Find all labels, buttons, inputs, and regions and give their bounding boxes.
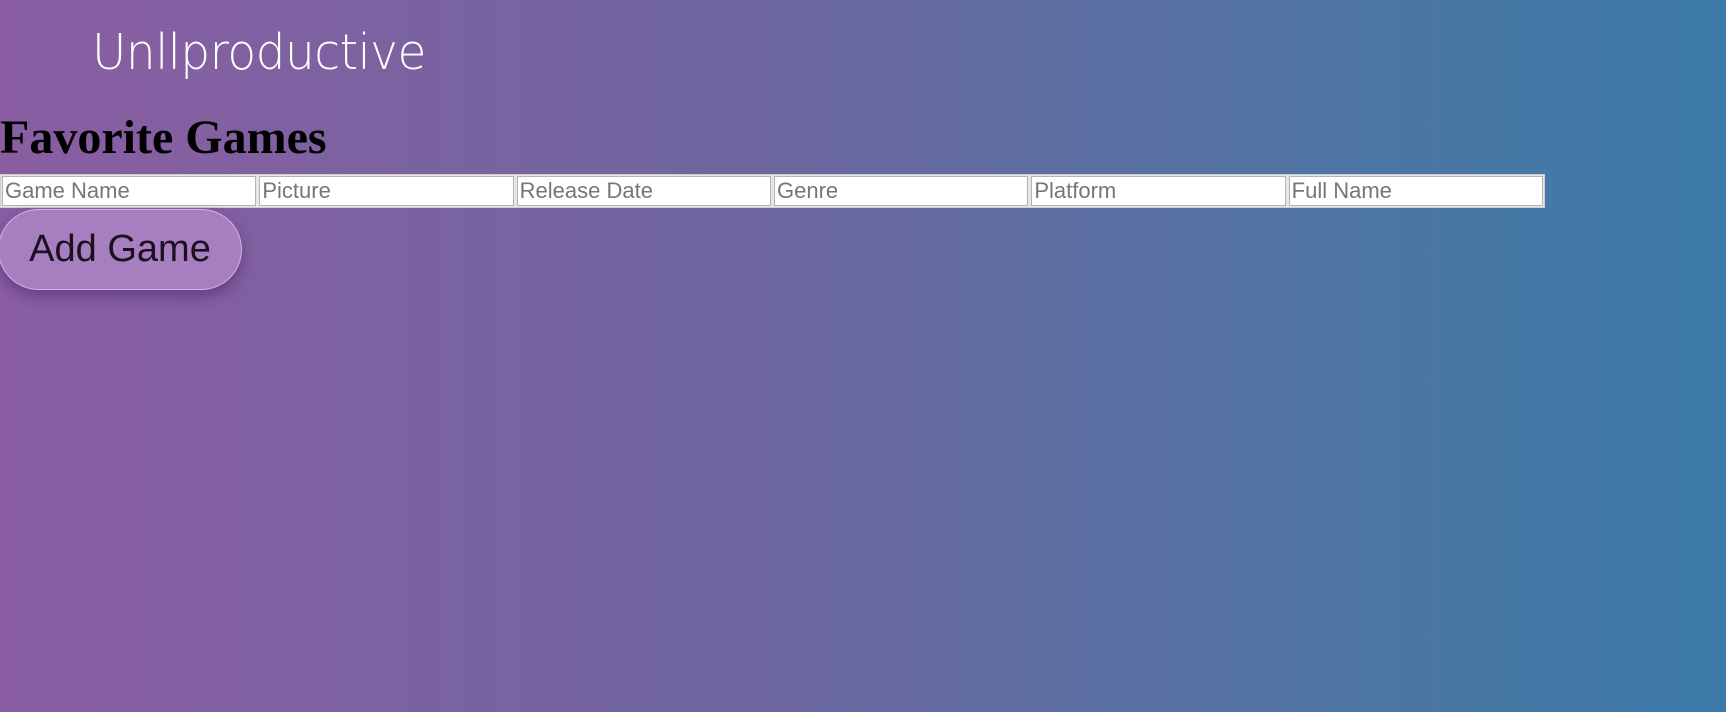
genre-input[interactable]	[773, 176, 1029, 206]
game-name-input[interactable]	[2, 176, 257, 206]
site-logo[interactable]: Unllproductive	[92, 24, 426, 82]
platform-input[interactable]	[1031, 176, 1286, 206]
game-form-row	[0, 174, 1545, 208]
picture-input[interactable]	[259, 176, 514, 206]
add-game-button[interactable]: Add Game	[0, 209, 242, 290]
page-title: Favorite Games	[0, 111, 327, 164]
release-date-input[interactable]	[516, 176, 771, 206]
full-name-input[interactable]	[1288, 176, 1543, 206]
